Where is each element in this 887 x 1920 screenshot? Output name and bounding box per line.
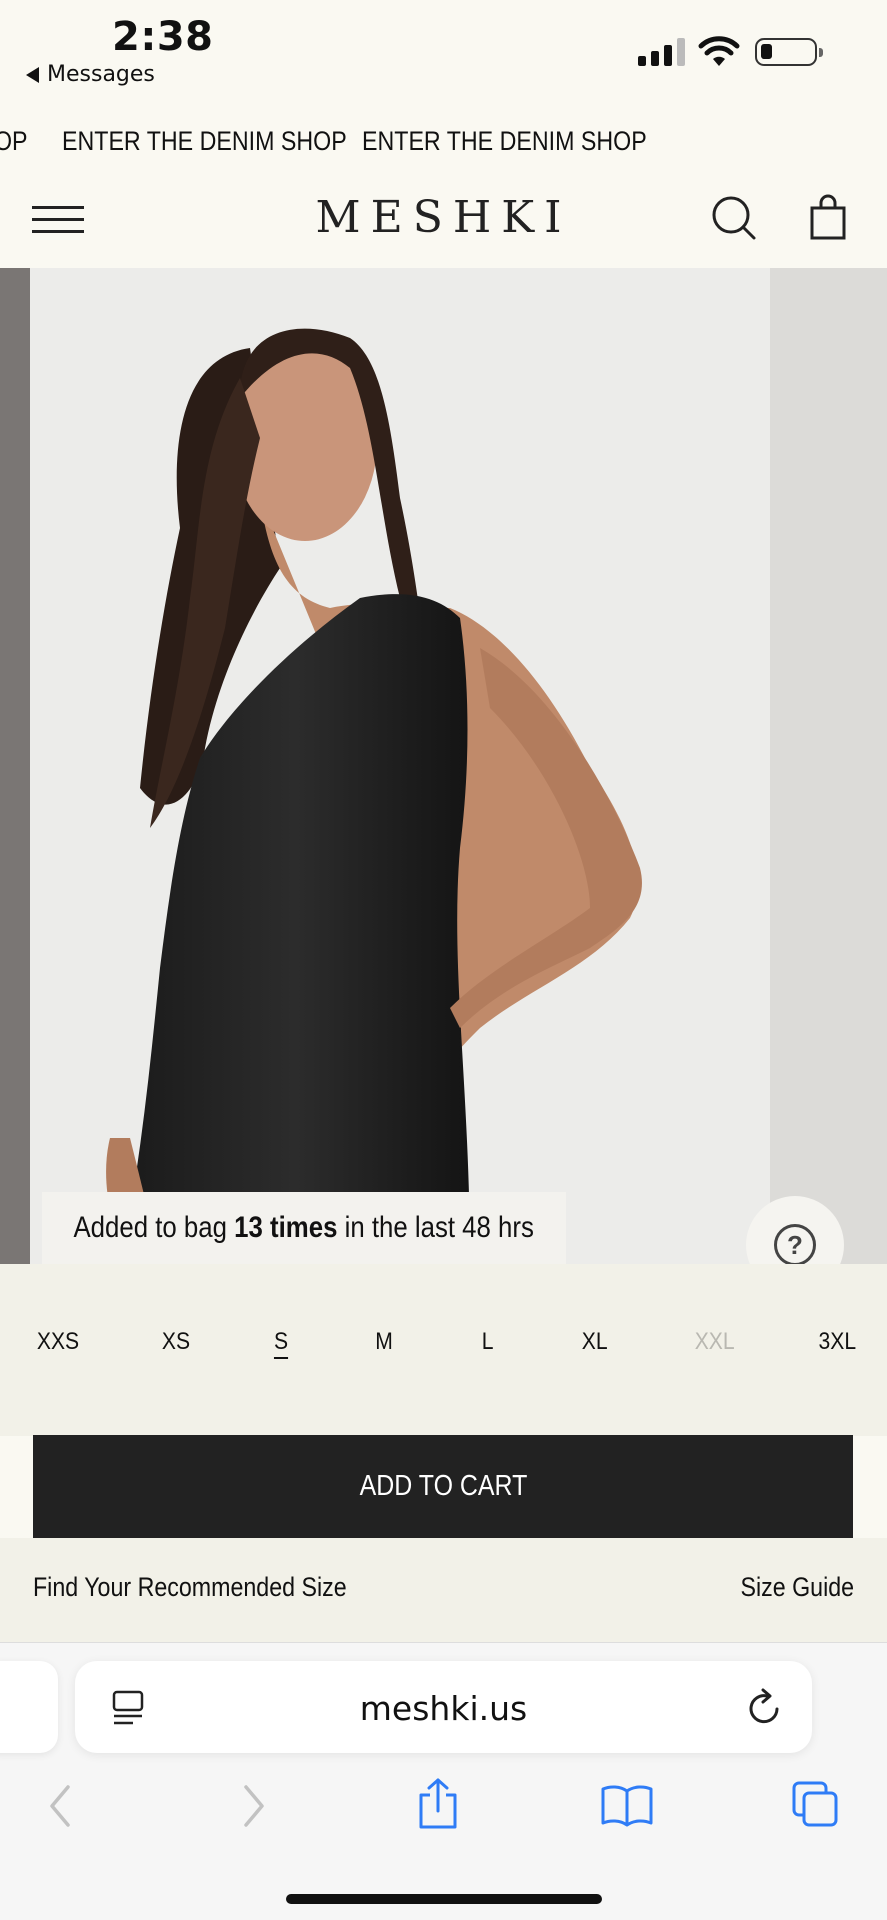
- status-time: 2:38: [112, 14, 214, 60]
- size-option-xxl[interactable]: XXL: [695, 1328, 735, 1356]
- add-to-cart-button[interactable]: ADD TO CART: [33, 1435, 853, 1538]
- reload-icon[interactable]: [747, 1687, 783, 1727]
- find-recommended-size-link[interactable]: Find Your Recommended Size: [33, 1572, 347, 1603]
- product-image-carousel[interactable]: Added to bag 13 times in the last 48 hrs…: [0, 268, 887, 1264]
- size-guide-link[interactable]: Size Guide: [740, 1572, 854, 1603]
- social-proof-toast: Added to bag 13 times in the last 48 hrs: [42, 1192, 566, 1264]
- size-option-m[interactable]: M: [375, 1328, 393, 1356]
- tabs-icon[interactable]: [790, 1779, 840, 1829]
- search-icon[interactable]: [710, 194, 758, 242]
- next-image-edge: [770, 268, 887, 1264]
- toast-suffix: in the last 48 hrs: [337, 1211, 535, 1244]
- cellular-signal-icon: [638, 38, 685, 66]
- battery-icon: [755, 38, 823, 66]
- size-links: Find Your Recommended Size Size Guide: [0, 1538, 887, 1642]
- back-triangle-icon: [26, 66, 39, 83]
- wifi-icon: [698, 36, 740, 66]
- size-option-s[interactable]: S: [274, 1328, 288, 1356]
- bookmarks-icon[interactable]: [600, 1783, 654, 1827]
- back-to-messages[interactable]: Messages: [26, 62, 155, 87]
- size-selector: XXS XS S M L XL XXL 3XL: [0, 1264, 887, 1436]
- toast-prefix: Added to bag: [73, 1211, 235, 1244]
- add-to-cart-label: ADD TO CART: [359, 1470, 527, 1502]
- home-indicator: [286, 1894, 602, 1904]
- promo-ticker[interactable]: OP ENTER THE DENIM SHOP ENTER THE DENIM …: [0, 122, 887, 172]
- model-in-black-dress-image: [106, 328, 642, 1264]
- back-label: Messages: [47, 62, 155, 87]
- previous-tab-preview[interactable]: [0, 1661, 58, 1753]
- forward-arrow-icon[interactable]: [238, 1783, 270, 1829]
- size-option-xl[interactable]: XL: [582, 1328, 608, 1356]
- shopping-bag-icon[interactable]: [808, 194, 848, 242]
- status-bar: 2:38 Messages: [0, 0, 887, 100]
- previous-image-edge: [0, 268, 30, 1264]
- size-option-xs[interactable]: XS: [162, 1328, 190, 1356]
- url-text: meshki.us: [359, 1689, 528, 1728]
- browser-toolbar: meshki.us: [0, 1642, 887, 1920]
- size-option-3xl[interactable]: 3XL: [819, 1328, 857, 1356]
- ticker-item[interactable]: ENTER THE DENIM SHOP: [362, 126, 647, 157]
- address-bar[interactable]: meshki.us: [75, 1661, 812, 1753]
- ticker-item[interactable]: ENTER THE DENIM SHOP: [62, 126, 347, 157]
- toast-count: 13 times: [234, 1211, 338, 1244]
- ticker-item[interactable]: OP: [0, 126, 28, 157]
- share-icon[interactable]: [416, 1777, 460, 1831]
- site-header: MESHKI: [0, 180, 887, 268]
- back-arrow-icon[interactable]: [44, 1783, 76, 1829]
- size-option-l[interactable]: L: [482, 1328, 494, 1356]
- size-option-xxs[interactable]: XXS: [37, 1328, 79, 1356]
- help-question-icon: ?: [774, 1224, 816, 1264]
